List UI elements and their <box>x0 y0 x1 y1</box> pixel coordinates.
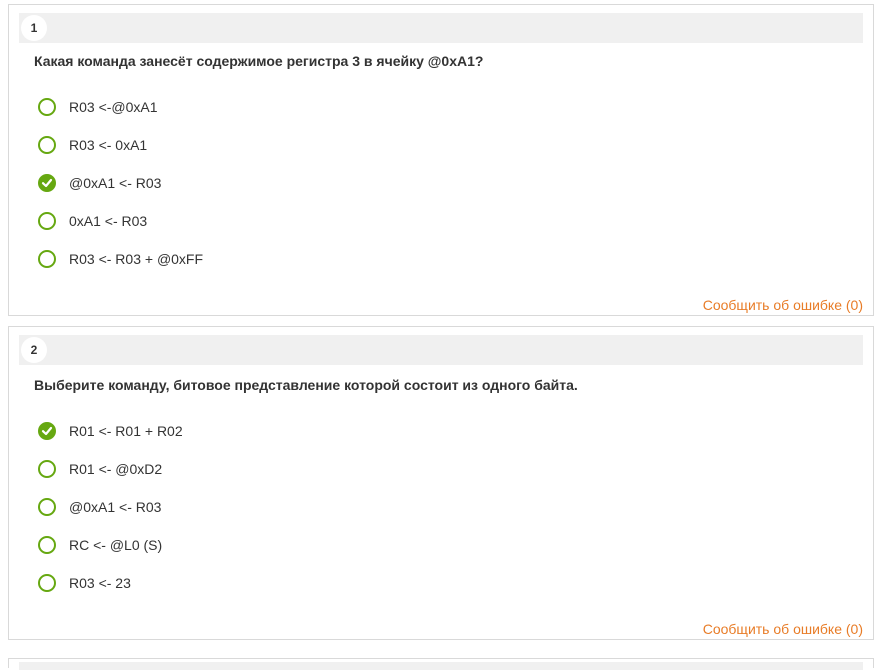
answer-label: R03 <-@0xA1 <box>69 99 158 115</box>
radio-empty-icon[interactable] <box>38 460 56 478</box>
question-number: 1 <box>21 15 47 41</box>
answer-option-selected[interactable]: R01 <- R01 + R02 <box>38 419 183 443</box>
answer-label: R03 <- R03 + @0xFF <box>69 251 204 267</box>
question-number: 2 <box>21 337 47 363</box>
radio-empty-icon[interactable] <box>38 212 56 230</box>
radio-empty-icon[interactable] <box>38 250 56 268</box>
answer-label: R01 <- @0xD2 <box>69 461 163 477</box>
check-circle-icon[interactable] <box>38 174 56 192</box>
answer-label: 0xA1 <- R03 <box>69 213 148 229</box>
answer-label: @0xA1 <- R03 <box>69 175 162 191</box>
answer-option[interactable]: R03 <- R03 + @0xFF <box>38 247 203 271</box>
answer-option[interactable]: @0xA1 <- R03 <box>38 495 161 519</box>
answer-option[interactable]: RC <- @L0 (S) <box>38 533 162 557</box>
answer-label: @0xA1 <- R03 <box>69 499 162 515</box>
answer-option[interactable]: R03 <- 23 <box>38 571 131 595</box>
answer-option[interactable]: 0xA1 <- R03 <box>38 209 147 233</box>
answer-option[interactable]: R01 <- @0xD2 <box>38 457 162 481</box>
question-header: 2 <box>19 335 863 365</box>
answer-label: R03 <- 0xA1 <box>69 137 148 153</box>
answer-label: RC <- @L0 (S) <box>69 537 163 553</box>
check-circle-icon[interactable] <box>38 422 56 440</box>
question-header: 1 <box>19 13 863 43</box>
question-card-2: 2 Выберите команду, битовое представлени… <box>8 326 874 640</box>
question-card-3-partial <box>8 658 874 670</box>
question-card-1: 1 Какая команда занесёт содержимое регис… <box>8 4 874 316</box>
radio-empty-icon[interactable] <box>38 98 56 116</box>
answer-option[interactable]: R03 <-@0xA1 <box>38 95 158 119</box>
radio-empty-icon[interactable] <box>38 498 56 516</box>
question-header <box>19 662 863 670</box>
radio-empty-icon[interactable] <box>38 136 56 154</box>
report-error-link[interactable]: Сообщить об ошибке (0) <box>703 621 863 637</box>
answer-option[interactable]: R03 <- 0xA1 <box>38 133 147 157</box>
radio-empty-icon[interactable] <box>38 536 56 554</box>
answer-label: R03 <- 23 <box>69 575 131 591</box>
report-error-link[interactable]: Сообщить об ошибке (0) <box>703 297 863 313</box>
answer-option-selected[interactable]: @0xA1 <- R03 <box>38 171 161 195</box>
radio-empty-icon[interactable] <box>38 574 56 592</box>
question-text: Выберите команду, битовое представление … <box>34 377 578 393</box>
question-text: Какая команда занесёт содержимое регистр… <box>34 53 484 69</box>
answer-label: R01 <- R01 + R02 <box>69 423 183 439</box>
